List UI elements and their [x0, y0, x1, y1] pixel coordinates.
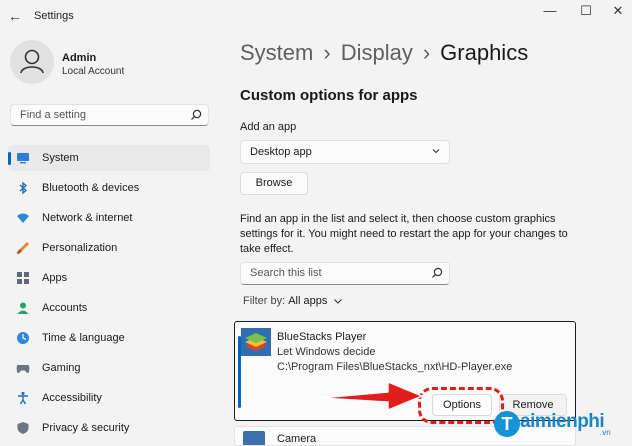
- app-type-dropdown[interactable]: Desktop app: [240, 140, 450, 164]
- app-name: BlueStacks Player: [277, 331, 367, 343]
- search-icon: [432, 267, 443, 278]
- bluestacks-icon: [241, 328, 271, 356]
- camera-icon: [243, 431, 265, 445]
- list-search[interactable]: [240, 262, 450, 285]
- breadcrumb: System › Display › Graphics: [240, 40, 528, 66]
- wifi-icon: [17, 213, 29, 223]
- sidebar-item-label: Apps: [42, 272, 68, 284]
- account-type: Local Account: [62, 66, 125, 77]
- sidebar-item-label: Personalization: [42, 242, 118, 254]
- sidebar-item-network[interactable]: Network & internet: [8, 205, 210, 231]
- sidebar-item-gaming[interactable]: Gaming: [8, 355, 210, 381]
- sidebar-item-label: Accessibility: [42, 392, 102, 404]
- sidebar-item-label: Accounts: [42, 302, 88, 314]
- browse-button[interactable]: Browse: [240, 172, 308, 195]
- sidebar-item-bluetooth[interactable]: Bluetooth & devices: [8, 175, 210, 201]
- title-bar: ← Settings — ☐ ✕: [0, 0, 632, 30]
- person-icon: [20, 49, 44, 74]
- sidebar-item-privacy-security[interactable]: Privacy & security: [8, 415, 210, 441]
- graphics-preference: Let Windows decide: [277, 346, 376, 358]
- filter-label: Filter by:: [243, 295, 286, 307]
- apps-icon: [17, 272, 29, 284]
- person-icon: [17, 302, 29, 314]
- instructions-text: Find an app in the list and select it, t…: [240, 213, 568, 255]
- chevron-down-icon: [334, 299, 343, 304]
- app-type-value: Desktop app: [250, 146, 312, 158]
- chevron-down-icon: [432, 149, 440, 154]
- sidebar-item-label: Time & language: [42, 332, 125, 344]
- sidebar-item-label: Gaming: [42, 362, 81, 374]
- list-search-input[interactable]: [248, 266, 422, 280]
- shield-icon: [17, 422, 29, 434]
- globe-clock-icon: [17, 332, 29, 344]
- accessibility-icon: [18, 391, 28, 405]
- arrow-icon: [319, 380, 424, 412]
- avatar[interactable]: [10, 40, 54, 84]
- monitor-icon: [17, 153, 29, 164]
- watermark-text: aimienphi: [520, 411, 605, 432]
- watermark-logo: T: [494, 411, 520, 437]
- close-button[interactable]: ✕: [604, 3, 632, 19]
- section-title: Custom options for apps: [240, 87, 418, 104]
- options-button[interactable]: Options: [432, 394, 492, 416]
- sidebar-item-time-language[interactable]: Time & language: [8, 325, 210, 351]
- search-icon: [191, 109, 202, 120]
- app-path: C:\Program Files\BlueStacks_nxt\HD-Playe…: [277, 361, 513, 373]
- find-setting-input[interactable]: [18, 108, 192, 122]
- sidebar-item-label: Bluetooth & devices: [42, 182, 140, 194]
- sidebar-item-label: Privacy & security: [42, 422, 130, 434]
- breadcrumb-separator: ›: [323, 40, 331, 65]
- bluetooth-icon: [19, 181, 28, 195]
- sidebar-item-apps[interactable]: Apps: [8, 265, 210, 291]
- watermark-suffix: .vn: [600, 428, 611, 437]
- app-title: Settings: [34, 10, 74, 22]
- app-name: Camera: [277, 433, 317, 445]
- filter-value: All apps: [288, 295, 328, 307]
- sidebar-item-system[interactable]: System: [8, 145, 210, 171]
- breadcrumb-separator: ›: [422, 40, 431, 65]
- page-title: Graphics: [440, 40, 529, 65]
- brush-icon: [17, 242, 29, 254]
- sidebar-item-label: System: [42, 152, 79, 164]
- add-app-label: Add an app: [240, 121, 297, 133]
- sidebar-item-personalization[interactable]: Personalization: [8, 235, 210, 261]
- breadcrumb-display[interactable]: Display: [341, 40, 413, 65]
- sidebar-item-accounts[interactable]: Accounts: [8, 295, 210, 321]
- gamepad-icon: [16, 365, 30, 373]
- filter-control[interactable]: Filter by: All apps: [243, 295, 343, 307]
- breadcrumb-system[interactable]: System: [240, 40, 313, 65]
- active-indicator: [8, 152, 11, 165]
- maximize-button[interactable]: ☐: [572, 3, 600, 19]
- minimize-button[interactable]: —: [536, 3, 564, 18]
- sidebar-item-accessibility[interactable]: Accessibility: [8, 385, 210, 411]
- user-name: Admin: [62, 52, 97, 64]
- find-setting-search[interactable]: [10, 104, 209, 126]
- back-arrow-icon[interactable]: ←: [8, 8, 22, 24]
- sidebar-item-label: Network & internet: [42, 212, 133, 224]
